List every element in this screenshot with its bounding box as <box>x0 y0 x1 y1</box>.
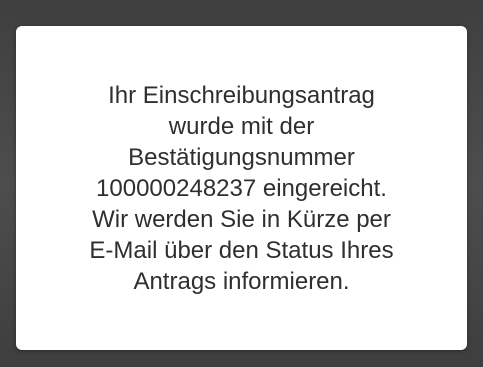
message-line: Antrags informieren. <box>133 267 350 295</box>
message-line: E-Mail über den Status Ihres <box>89 236 394 264</box>
confirmation-dialog: Ihr Einschreibungsantrag wurde mit der B… <box>16 26 467 350</box>
message-line: Bestätigungsnummer <box>128 143 355 171</box>
message-line: Wir werden Sie in Kürze per <box>92 205 391 233</box>
message-line: Ihr Einschreibungsantrag <box>108 81 375 109</box>
confirmation-message: Ihr Einschreibungsantrag wurde mit der B… <box>89 80 393 297</box>
message-line: wurde mit der <box>168 112 315 140</box>
message-line-confirmation-number: 100000248237 eingereicht. <box>96 174 387 202</box>
